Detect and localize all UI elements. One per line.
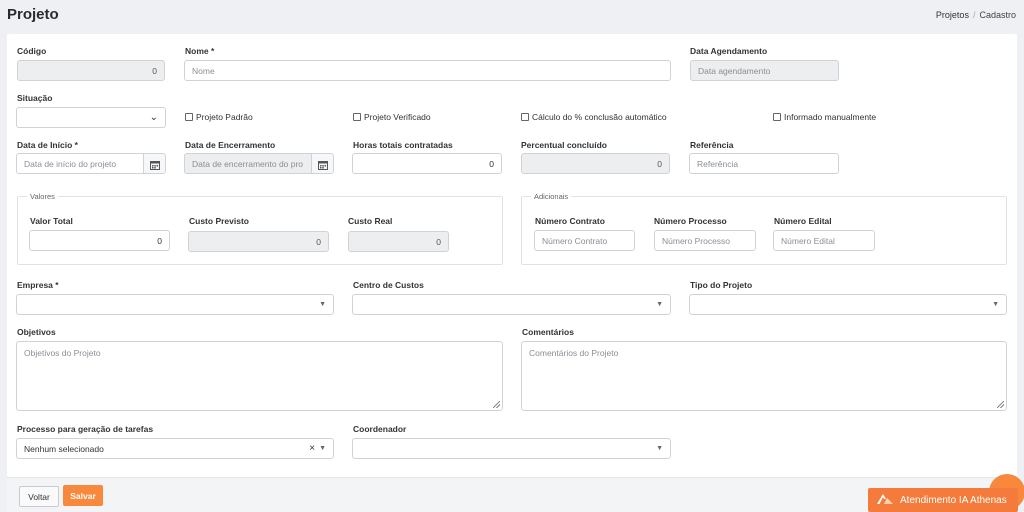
data-encerramento-placeholder: Data de encerramento do pro — [192, 158, 304, 169]
informado-manualmente-checkbox[interactable]: Informado manualmente — [773, 112, 876, 122]
data-agendamento-field: Data agendamento — [690, 60, 839, 81]
centro-custos-select[interactable]: ▼ — [352, 294, 671, 315]
informado-manualmente-label: Informado manualmente — [784, 112, 877, 122]
codigo-label: Código — [17, 46, 47, 56]
form-footer — [7, 477, 1017, 512]
projeto-padrao-label: Projeto Padrão — [196, 112, 253, 122]
data-agendamento-label: Data Agendamento — [690, 46, 768, 56]
caret-down-icon: ▼ — [992, 301, 999, 308]
tipo-projeto-select[interactable]: ▼ — [689, 294, 1007, 315]
breadcrumb-separator: / — [972, 10, 976, 20]
custo-previsto-value: 0 — [316, 236, 321, 247]
valores-legend: Valores — [27, 192, 58, 201]
situacao-select[interactable]: ⌄ — [16, 107, 166, 128]
data-inicio-placeholder: Data de início do projeto — [24, 158, 117, 169]
checkbox-box[interactable] — [773, 113, 781, 121]
referencia-label: Referência — [690, 140, 734, 150]
processo-value: Nenhum selecionado — [24, 443, 104, 454]
projeto-padrao-checkbox[interactable]: Projeto Padrão — [185, 112, 253, 122]
valor-total-label: Valor Total — [30, 216, 73, 226]
checkbox-box[interactable] — [185, 113, 193, 121]
projeto-verificado-label: Projeto Verificado — [364, 112, 431, 122]
valor-total-value: 0 — [157, 235, 162, 246]
comentarios-placeholder: Comentários do Projeto — [529, 348, 619, 358]
custo-real-label: Custo Real — [348, 216, 393, 226]
processo-select[interactable]: Nenhum selecionado × ▼ — [16, 438, 334, 459]
numero-edital-label: Número Edital — [774, 216, 832, 226]
resize-handle-icon[interactable] — [997, 401, 1004, 408]
custo-real-value: 0 — [436, 236, 441, 247]
horas-totais-field[interactable]: 0 — [352, 153, 502, 174]
empresa-label: Empresa — [17, 280, 59, 290]
data-inicio-label: Data de Início — [17, 140, 78, 150]
custo-previsto-label: Custo Previsto — [189, 216, 249, 226]
valor-total-field[interactable]: 0 — [29, 230, 170, 251]
referencia-placeholder: Referência — [697, 158, 739, 169]
adicionais-legend: Adicionais — [531, 192, 572, 201]
numero-processo-placeholder: Número Processo — [662, 235, 731, 246]
centro-custos-label: Centro de Custos — [353, 280, 424, 290]
page-title: Projeto — [7, 6, 59, 23]
comentarios-label: Comentários — [522, 327, 574, 337]
custo-previsto-field: 0 — [188, 231, 329, 252]
nome-field[interactable]: Nome — [184, 60, 671, 81]
numero-processo-label: Número Processo — [654, 216, 727, 226]
nome-label: Nome — [185, 46, 214, 56]
checkbox-box[interactable] — [521, 113, 529, 121]
numero-edital-placeholder: Número Edital — [781, 235, 835, 246]
percentual-label: Percentual concluído — [521, 140, 607, 150]
data-inicio-field[interactable]: Data de início do projeto — [16, 153, 166, 174]
calculo-conclusao-checkbox[interactable]: Cálculo do % conclusão automático — [521, 112, 667, 122]
numero-contrato-label: Número Contrato — [535, 216, 605, 226]
tipo-projeto-label: Tipo do Projeto — [690, 280, 753, 290]
clear-icon[interactable]: × — [309, 443, 315, 454]
objetivos-label: Objetivos — [17, 327, 56, 337]
voltar-button[interactable]: Voltar — [19, 486, 59, 507]
caret-down-icon: ▼ — [319, 445, 326, 452]
breadcrumb: Projetos / Cadastro — [936, 10, 1016, 20]
data-encerramento-field: Data de encerramento do pro — [184, 153, 334, 174]
objetivos-textarea[interactable]: Objetivos do Projeto — [16, 341, 503, 411]
codigo-value: 0 — [152, 65, 157, 76]
percentual-value: 0 — [657, 158, 662, 169]
caret-down-icon: ▼ — [656, 445, 663, 452]
objetivos-placeholder: Objetivos do Projeto — [24, 348, 101, 358]
numero-contrato-placeholder: Número Contrato — [542, 235, 608, 246]
projeto-verificado-checkbox[interactable]: Projeto Verificado — [353, 112, 431, 122]
breadcrumb-cadastro: Cadastro — [979, 10, 1016, 20]
caret-down-icon: ▼ — [656, 301, 663, 308]
calendar-icon[interactable] — [143, 154, 165, 173]
salvar-button[interactable]: Salvar — [63, 485, 103, 506]
coordenador-select[interactable]: ▼ — [352, 438, 671, 459]
numero-contrato-field[interactable]: Número Contrato — [534, 230, 635, 251]
calculo-conclusao-label: Cálculo do % conclusão automático — [532, 112, 667, 122]
data-encerramento-label: Data de Encerramento — [185, 140, 276, 150]
processo-label: Processo para geração de tarefas — [17, 424, 154, 434]
chevron-down-icon: ⌄ — [149, 112, 158, 123]
nome-placeholder: Nome — [192, 65, 215, 76]
percentual-field: 0 — [521, 153, 670, 174]
caret-down-icon: ▼ — [319, 301, 326, 308]
calendar-icon[interactable] — [311, 154, 333, 173]
data-agendamento-placeholder: Data agendamento — [698, 65, 771, 76]
numero-processo-field[interactable]: Número Processo — [654, 230, 756, 251]
resize-handle-icon[interactable] — [493, 401, 500, 408]
horas-totais-label: Horas totais contratadas — [353, 140, 453, 150]
assistant-button[interactable]: Atendimento IA Athenas — [868, 488, 1018, 512]
coordenador-label: Coordenador — [353, 424, 407, 434]
situacao-label: Situação — [17, 93, 53, 103]
checkbox-box[interactable] — [353, 113, 361, 121]
empresa-select[interactable]: ▼ — [16, 294, 334, 315]
referencia-field[interactable]: Referência — [689, 153, 839, 174]
horas-totais-value: 0 — [489, 158, 494, 169]
custo-real-field: 0 — [348, 231, 449, 252]
assistant-label: Atendimento IA Athenas — [900, 494, 1007, 506]
comentarios-textarea[interactable]: Comentários do Projeto — [521, 341, 1007, 411]
codigo-field: 0 — [17, 60, 165, 81]
breadcrumb-projetos[interactable]: Projetos — [936, 10, 969, 20]
numero-edital-field[interactable]: Número Edital — [773, 230, 875, 251]
assistant-logo-icon — [876, 493, 894, 508]
